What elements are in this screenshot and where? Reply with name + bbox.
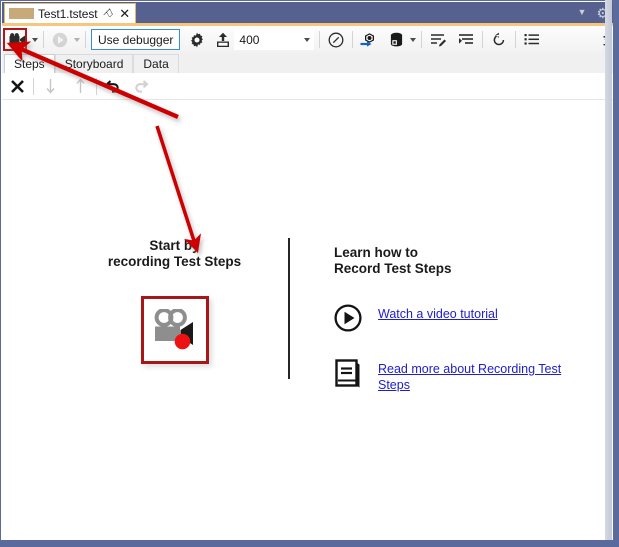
iteration-caret-icon[interactable] <box>304 37 311 42</box>
record-button-container <box>140 296 209 364</box>
start-recording-pane: Start by recording Test Steps <box>62 238 287 364</box>
play-circle-icon <box>334 303 362 332</box>
play-circle-icon <box>52 32 68 47</box>
redo-icon <box>135 79 149 93</box>
toolbar-separator <box>319 31 321 48</box>
record-test-steps-button[interactable] <box>3 27 29 51</box>
database-icon <box>390 32 402 46</box>
move-step-up-button[interactable] <box>69 75 91 97</box>
pane-divider <box>288 238 290 379</box>
toolbar-separator <box>515 31 517 48</box>
toolbar-separator <box>352 31 354 48</box>
refresh-icon <box>493 32 505 45</box>
publish-button[interactable] <box>212 29 234 51</box>
start-recording-heading-line1: Start by <box>149 238 200 253</box>
record-button-highlight <box>3 27 27 51</box>
video-camera-record-icon <box>154 309 193 350</box>
run-options-caret-icon[interactable] <box>74 37 80 42</box>
stopwatch-icon <box>328 32 344 47</box>
move-step-down-button[interactable] <box>39 75 61 97</box>
learn-pane: Learn how to Record Test Steps Watch a v… <box>334 245 584 393</box>
toolbar-separator <box>33 77 34 95</box>
delete-step-button[interactable] <box>6 75 28 97</box>
delete-x-icon <box>10 79 24 93</box>
refresh-button[interactable] <box>488 29 510 51</box>
application-window: Test1.tstest ⚐ ✕ ▼ ⚙ Use debugger 400 St… <box>0 0 619 547</box>
watch-video-tutorial-link[interactable]: Watch a video tutorial <box>378 303 498 322</box>
toolbar-overflow-icon <box>603 35 612 45</box>
title-bar-controls: ▼ ⚙ <box>578 2 609 23</box>
learn-pane-heading: Learn how to Record Test Steps <box>334 245 584 277</box>
insert-step-icon <box>430 34 446 47</box>
test-data-caret-icon[interactable] <box>410 37 417 42</box>
toolbar-separator <box>421 31 423 48</box>
main-toolbar: Use debugger 400 <box>2 26 613 53</box>
book-icon <box>334 358 362 389</box>
insert-step-button[interactable] <box>427 29 449 51</box>
iteration-count-value: 400 <box>239 32 260 47</box>
parameter-list-icon <box>524 34 539 45</box>
title-bar: Test1.tstest ⚐ ✕ ▼ ⚙ <box>2 2 613 23</box>
tab-steps[interactable]: Steps <box>4 54 55 74</box>
tab-data[interactable]: Data <box>133 54 179 73</box>
gear-icon <box>191 32 204 47</box>
read-more-recording-link: Read more about Recording Test Steps <box>378 362 562 392</box>
arrow-up-icon <box>75 78 85 93</box>
tab-list-chevron-icon[interactable]: ▼ <box>578 8 587 17</box>
parameter-list-button[interactable] <box>521 29 543 51</box>
learn-heading-line2: Record Test Steps <box>334 261 452 276</box>
start-recording-button[interactable] <box>140 296 209 364</box>
run-test-button[interactable] <box>49 29 71 51</box>
test-data-button[interactable] <box>385 29 407 51</box>
toolbar-overflow-button[interactable] <box>602 26 613 53</box>
group-steps-icon <box>458 34 473 44</box>
close-icon[interactable]: ✕ <box>118 7 131 20</box>
steps-canvas: Start by recording Test Steps Learn how … <box>2 100 613 540</box>
toolbar-separator <box>96 77 97 95</box>
start-recording-heading-line2: recording Test Steps <box>107 254 242 269</box>
use-debugger-dropdown[interactable]: Use debugger <box>91 29 181 50</box>
learn-row-video: Watch a video tutorial <box>334 303 584 332</box>
pin-icon[interactable]: ⚐ <box>99 5 117 23</box>
tab-storyboard[interactable]: Storyboard <box>54 54 134 73</box>
document-icon <box>9 8 34 19</box>
toolbar-separator <box>85 31 86 48</box>
associate-automation-icon <box>360 32 375 47</box>
toolbar-separator <box>43 31 44 48</box>
arrow-down-icon <box>45 79 55 94</box>
record-options-caret-icon[interactable] <box>32 37 38 42</box>
upload-icon <box>217 32 230 47</box>
steps-toolbar <box>2 73 613 100</box>
document-tab-test1[interactable]: Test1.tstest ⚐ ✕ <box>4 3 137 23</box>
toolbar-separator <box>482 31 484 48</box>
iteration-count-combobox[interactable]: 400 <box>234 29 315 50</box>
test-settings-button[interactable] <box>186 29 208 51</box>
learn-heading-line1: Learn how to <box>334 245 418 260</box>
document-tab-label: Test1.tstest <box>38 6 98 21</box>
start-recording-heading: Start by recording Test Steps <box>108 238 241 270</box>
learn-row-docs: Read more about Recording Test Steps <box>334 358 584 393</box>
undo-button[interactable] <box>102 75 124 97</box>
associate-automation-button[interactable] <box>358 29 380 51</box>
undo-icon <box>105 79 119 93</box>
timer-button[interactable] <box>325 29 347 51</box>
group-steps-button[interactable] <box>455 29 477 51</box>
redo-button[interactable] <box>130 75 152 97</box>
view-tab-strip: Steps Storyboard Data <box>2 53 613 74</box>
gear-icon[interactable]: ⚙ <box>596 6 609 20</box>
